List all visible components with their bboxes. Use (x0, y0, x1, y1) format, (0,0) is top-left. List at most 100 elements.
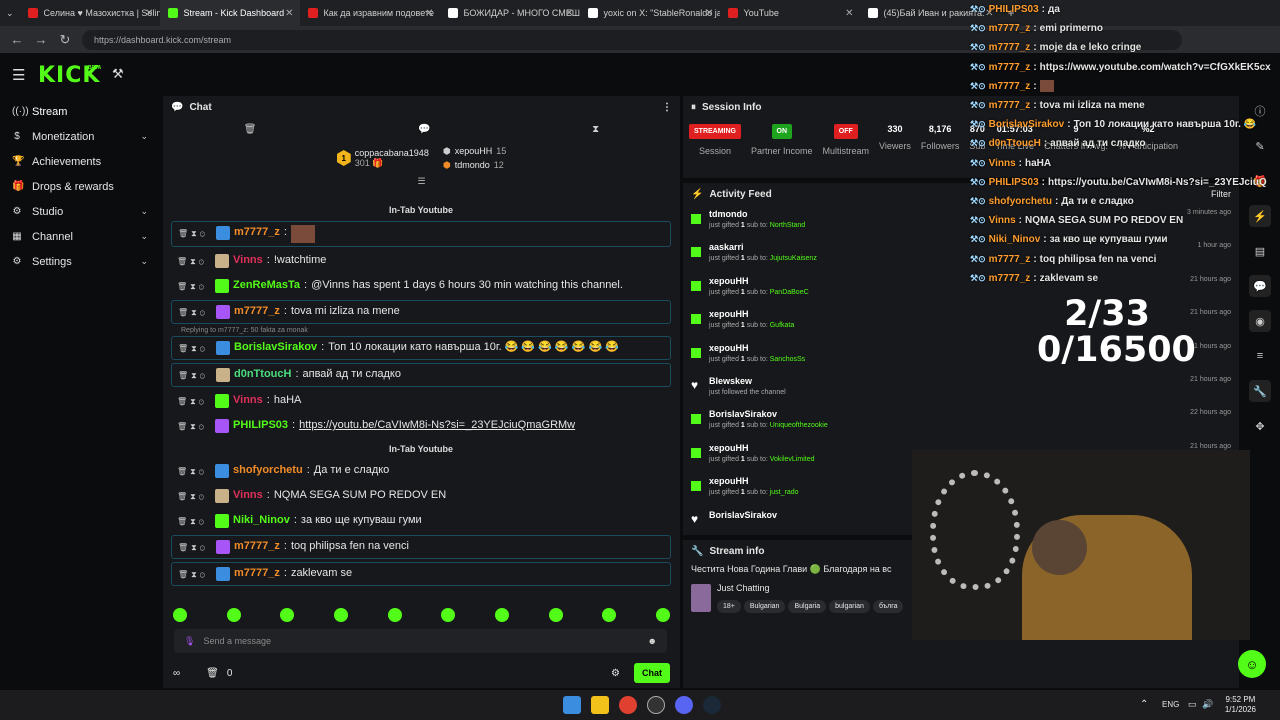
chat-message[interactable]: 🗑⧗⊙ Vinns: NQMA SEGA SUM PO REDOV EN (171, 485, 671, 507)
emote-icon[interactable] (548, 608, 563, 622)
collapse-icon[interactable]: ☰ (163, 176, 680, 187)
sidebar-item-drops-rewards[interactable]: 🎁 Drops & rewards (0, 174, 160, 199)
discord-icon[interactable] (675, 696, 693, 714)
browser-tab[interactable]: Stream - Kick Dashboard ✕ (159, 0, 300, 26)
emote-icon[interactable] (173, 608, 187, 622)
chat-message[interactable]: 🗑⧗⊙ Vinns: haHA (171, 390, 671, 412)
mod-actions-icon[interactable]: 🗑⧗⊙ (178, 304, 212, 320)
activity-user[interactable]: Blewskew (709, 376, 786, 386)
activity-user[interactable]: xepouHH (709, 476, 799, 486)
chat-settings-icon[interactable]: ⚙ (611, 668, 620, 679)
chat-message[interactable]: 🗑⧗⊙ shofyorchetu: Да ти е сладко (171, 460, 671, 482)
chat-username[interactable]: PHILIPS03 (233, 418, 288, 433)
activity-user[interactable]: tdmondo (709, 209, 805, 219)
chat-username[interactable]: m7777_z (234, 225, 280, 240)
chat-username[interactable]: m7777_z (234, 566, 280, 581)
emote-icon[interactable] (226, 608, 241, 622)
activity-recipient[interactable]: Uniqueofthezookie (770, 422, 828, 429)
hourglass-icon[interactable]: ⧗ (592, 124, 599, 135)
chat-username[interactable]: Vinns (233, 253, 263, 268)
emoji-icon[interactable]: ☻ (648, 636, 657, 646)
chat-link[interactable]: https://youtu.be/CaVIwM8i-Ns?si=_23YEJci… (299, 418, 575, 433)
tray-chevron-icon[interactable]: ⌃ (1140, 699, 1148, 710)
activity-recipient[interactable]: just_rado (770, 489, 799, 496)
language-indicator[interactable]: ENG (1162, 700, 1179, 709)
mod-actions-icon[interactable]: 🗑⧗⊙ (177, 253, 211, 269)
chat-username[interactable]: ZenReMasTa (233, 278, 300, 293)
chat-message[interactable]: 🗑⧗⊙ d0nTtoucH: апвай ад ти сладко (171, 363, 671, 387)
mod-actions-icon[interactable]: 🗑⧗⊙ (177, 418, 211, 434)
mod-actions-icon[interactable]: 🗑⧗⊙ (178, 340, 212, 356)
mod-actions-icon[interactable]: 🗑⧗⊙ (178, 367, 212, 383)
chevron-down-icon[interactable]: ⌄ (140, 131, 148, 142)
forward-icon[interactable]: → (34, 32, 48, 47)
chevron-down-icon[interactable]: ⌄ (140, 206, 148, 217)
mod-actions-icon[interactable]: 🗑⧗⊙ (178, 225, 212, 241)
emote-icon[interactable] (387, 608, 402, 622)
more-options-icon[interactable]: ⋮ (662, 102, 672, 113)
broadcast-icon[interactable]: ◉ (1249, 310, 1271, 332)
sidebar-item-monetization[interactable]: $ Monetization ⌄ (0, 124, 160, 149)
chat-username[interactable]: BorislavSirakov (234, 340, 317, 355)
browser-tab[interactable]: Селина ♥ Мазохистка | Selin ✕ (20, 0, 160, 26)
browser-tab[interactable]: БОЖИДАР - МНОГО СМЕШ ✕ (440, 0, 580, 26)
activity-user[interactable]: BorislavSirakov (709, 409, 828, 419)
status-pill[interactable]: OFF (833, 124, 858, 139)
activity-user[interactable]: xepouHH (709, 443, 814, 453)
chat-message[interactable]: 🗑⧗⊙ PHILIPS03: https://youtu.be/CaVIwM8i-N… (171, 415, 671, 437)
emote-icon[interactable] (333, 608, 348, 622)
tag[interactable]: бълга (872, 600, 904, 613)
wrench-icon[interactable]: 🔧 (1249, 380, 1271, 402)
sidebar-item-channel[interactable]: ▦ Channel ⌄ (0, 224, 160, 249)
nodes-icon[interactable]: ✥ (1249, 415, 1271, 437)
tab-close-icon[interactable]: ✕ (705, 8, 713, 19)
tag[interactable]: Bulgarian (743, 600, 786, 613)
chat-username[interactable]: Vinns (233, 393, 263, 408)
activity-recipient[interactable]: Gufkata (770, 322, 795, 329)
mod-actions-icon[interactable]: 🗑⧗⊙ (178, 566, 212, 582)
chat-username[interactable]: shofyorchetu (233, 463, 303, 478)
chat-username[interactable]: m7777_z (234, 304, 280, 319)
network-icon[interactable]: ▭ (1188, 699, 1197, 710)
chevron-down-icon[interactable]: ⌄ (140, 256, 148, 267)
mod-actions-icon[interactable]: 🗑⧗⊙ (177, 488, 211, 504)
emote-icon[interactable] (441, 608, 456, 622)
activity-user[interactable]: xepouHH (709, 309, 794, 319)
tag[interactable]: bulgarian (829, 600, 870, 613)
mod-actions-icon[interactable]: 🗑⧗⊙ (178, 539, 212, 555)
back-icon[interactable]: ← (10, 32, 24, 47)
status-pill[interactable]: ON (771, 124, 793, 139)
activity-user[interactable]: aaskarri (709, 242, 817, 252)
steam-icon[interactable] (703, 696, 721, 714)
chat-message[interactable]: 🗑⧗⊙ Vinns: !watchtime (171, 250, 671, 272)
chat-button[interactable]: Chat (634, 663, 670, 683)
chat-message[interactable]: 🗑⧗⊙ m7777_z: zaklevam se (171, 562, 671, 586)
hammer-icon[interactable]: ⚒ (112, 66, 124, 82)
tab-close-icon[interactable]: ✕ (145, 8, 153, 19)
sidebar-item-studio[interactable]: ⚙ Studio ⌄ (0, 199, 160, 224)
tab-list-icon[interactable]: ⌄ (0, 8, 20, 19)
trash-icon[interactable]: 🗑 (244, 124, 257, 135)
activity-recipient[interactable]: VokilevLimited (770, 456, 815, 463)
chat-message[interactable]: 🗑⧗⊙ BorislavSirakov: Топ 10 локации като н… (171, 336, 671, 360)
activity-user[interactable]: xepouHH (709, 276, 809, 286)
activity-recipient[interactable]: PanDaBoeC (770, 289, 809, 296)
chat-message[interactable]: 🗑⧗⊙ m7777_z: (171, 221, 671, 247)
activity-recipient[interactable]: NorthStand (770, 222, 805, 229)
tab-close-icon[interactable]: ✕ (425, 8, 433, 19)
chat-username[interactable]: m7777_z (234, 539, 280, 554)
menu-icon[interactable]: ☰ (12, 66, 25, 84)
mic-icon[interactable]: 🎙 (184, 636, 195, 647)
emote-icon[interactable] (655, 608, 670, 622)
browser-tab[interactable]: Как да изравним подовете ✕ (300, 0, 440, 26)
browser-tab[interactable]: yoxic on X: "StableRonaldo ja ✕ (580, 0, 720, 26)
tag[interactable]: Bulgaria (788, 600, 827, 613)
chat-message[interactable]: 🗑⧗⊙ m7777_z: toq philipsa fen na venci (171, 535, 671, 559)
status-pill[interactable]: STREAMING (689, 124, 741, 139)
mod-actions-icon[interactable]: 🗑⧗⊙ (177, 278, 211, 294)
chrome-icon[interactable] (619, 696, 637, 714)
chat-username[interactable]: d0nTtoucH (234, 367, 291, 382)
tab-close-icon[interactable]: ✕ (845, 8, 853, 19)
windows-start-icon[interactable] (563, 696, 581, 714)
mod-actions-icon[interactable]: 🗑⧗⊙ (177, 513, 211, 529)
